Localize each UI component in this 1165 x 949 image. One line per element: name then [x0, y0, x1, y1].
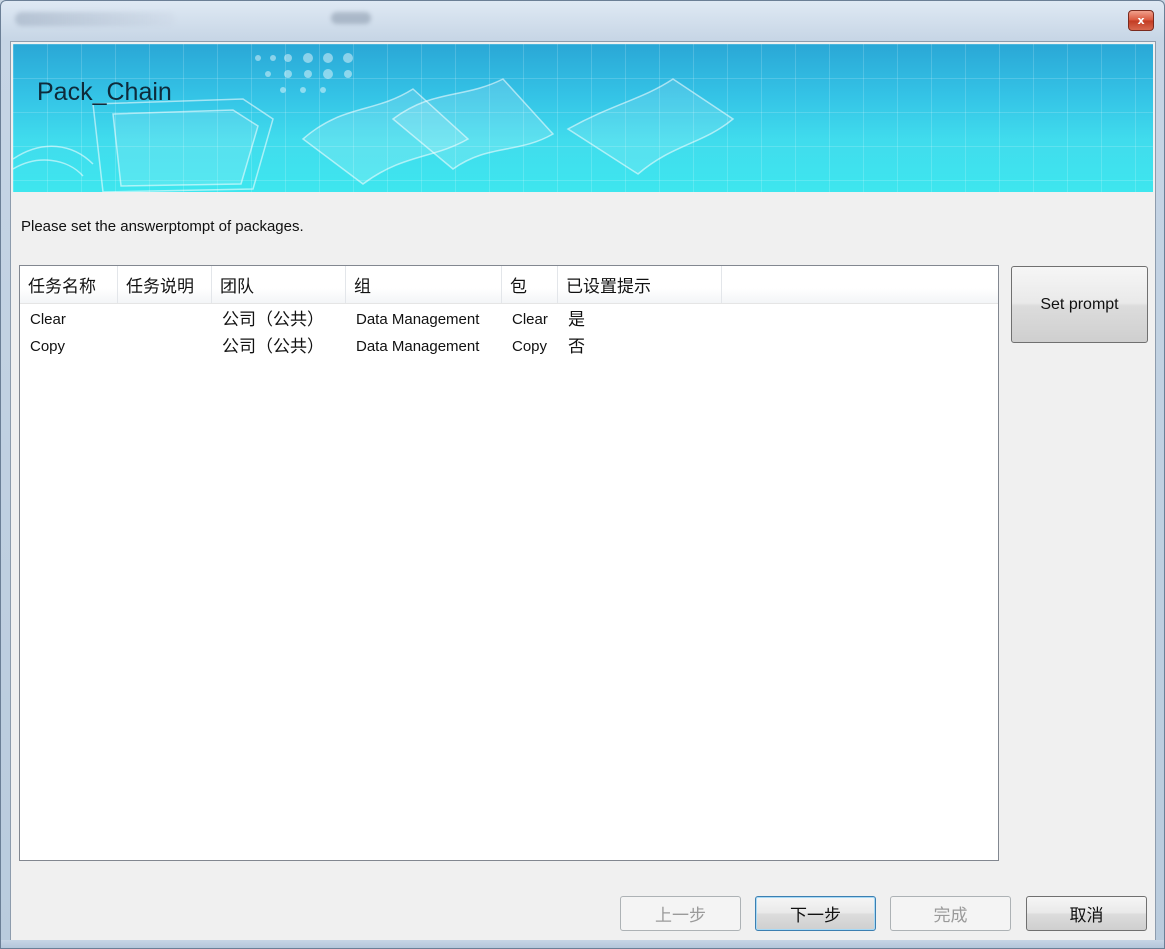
next-button[interactable]: 下一步	[755, 896, 876, 931]
wizard-window: x Pack_Chain Please set the answerptompt…	[0, 0, 1165, 949]
column-header-team[interactable]: 团队	[212, 266, 346, 303]
column-header-package[interactable]: 包	[502, 266, 558, 303]
cell-group: Data Management	[356, 338, 480, 355]
cell-team: 公司（公共）	[222, 337, 324, 357]
banner-illustration	[13, 53, 735, 192]
column-header-task-description[interactable]: 任务说明	[118, 266, 212, 303]
cell-task-description	[118, 306, 212, 332]
list-header: 任务名称 任务说明 团队 组 包 已设置提示	[20, 266, 998, 304]
cell-prompt-set: 是	[568, 310, 585, 330]
cell-group: Data Management	[356, 311, 480, 328]
cell-task-description	[118, 333, 212, 359]
table-row[interactable]: Copy 公司（公共） Data Management Copy 否	[20, 333, 998, 359]
cell-package: Clear	[512, 311, 548, 328]
title-bar[interactable]: x	[1, 1, 1164, 41]
header-banner: Pack_Chain	[13, 44, 1153, 192]
window-bottom-border	[1, 940, 1164, 948]
title-bar-blurred-text-2	[331, 12, 371, 24]
column-header-prompt-set[interactable]: 已设置提示	[558, 266, 722, 303]
cell-team: 公司（公共）	[222, 310, 324, 330]
column-header-group[interactable]: 组	[346, 266, 502, 303]
back-button[interactable]: 上一步	[620, 896, 741, 931]
cell-prompt-set: 否	[568, 337, 585, 357]
finish-button[interactable]: 完成	[890, 896, 1011, 931]
banner-title: Pack_Chain	[37, 78, 172, 106]
column-header-task-name[interactable]: 任务名称	[20, 266, 118, 303]
set-prompt-button[interactable]: Set prompt	[1011, 266, 1148, 343]
cell-task-name: Clear	[30, 311, 66, 328]
instruction-text: Please set the answerptompt of packages.	[21, 218, 304, 235]
title-bar-blurred-text	[15, 12, 175, 26]
close-icon: x	[1137, 14, 1145, 27]
cancel-button[interactable]: 取消	[1026, 896, 1147, 931]
table-row[interactable]: Clear 公司（公共） Data Management Clear 是	[20, 306, 998, 332]
wizard-client-area: Pack_Chain Please set the answerptompt o…	[10, 41, 1156, 941]
cell-task-name: Copy	[30, 338, 66, 355]
packages-list[interactable]: 任务名称 任务说明 团队 组 包 已设置提示 Clear 公司（公共） Data…	[19, 265, 999, 861]
cell-package: Copy	[512, 338, 548, 355]
close-button[interactable]: x	[1128, 10, 1154, 31]
